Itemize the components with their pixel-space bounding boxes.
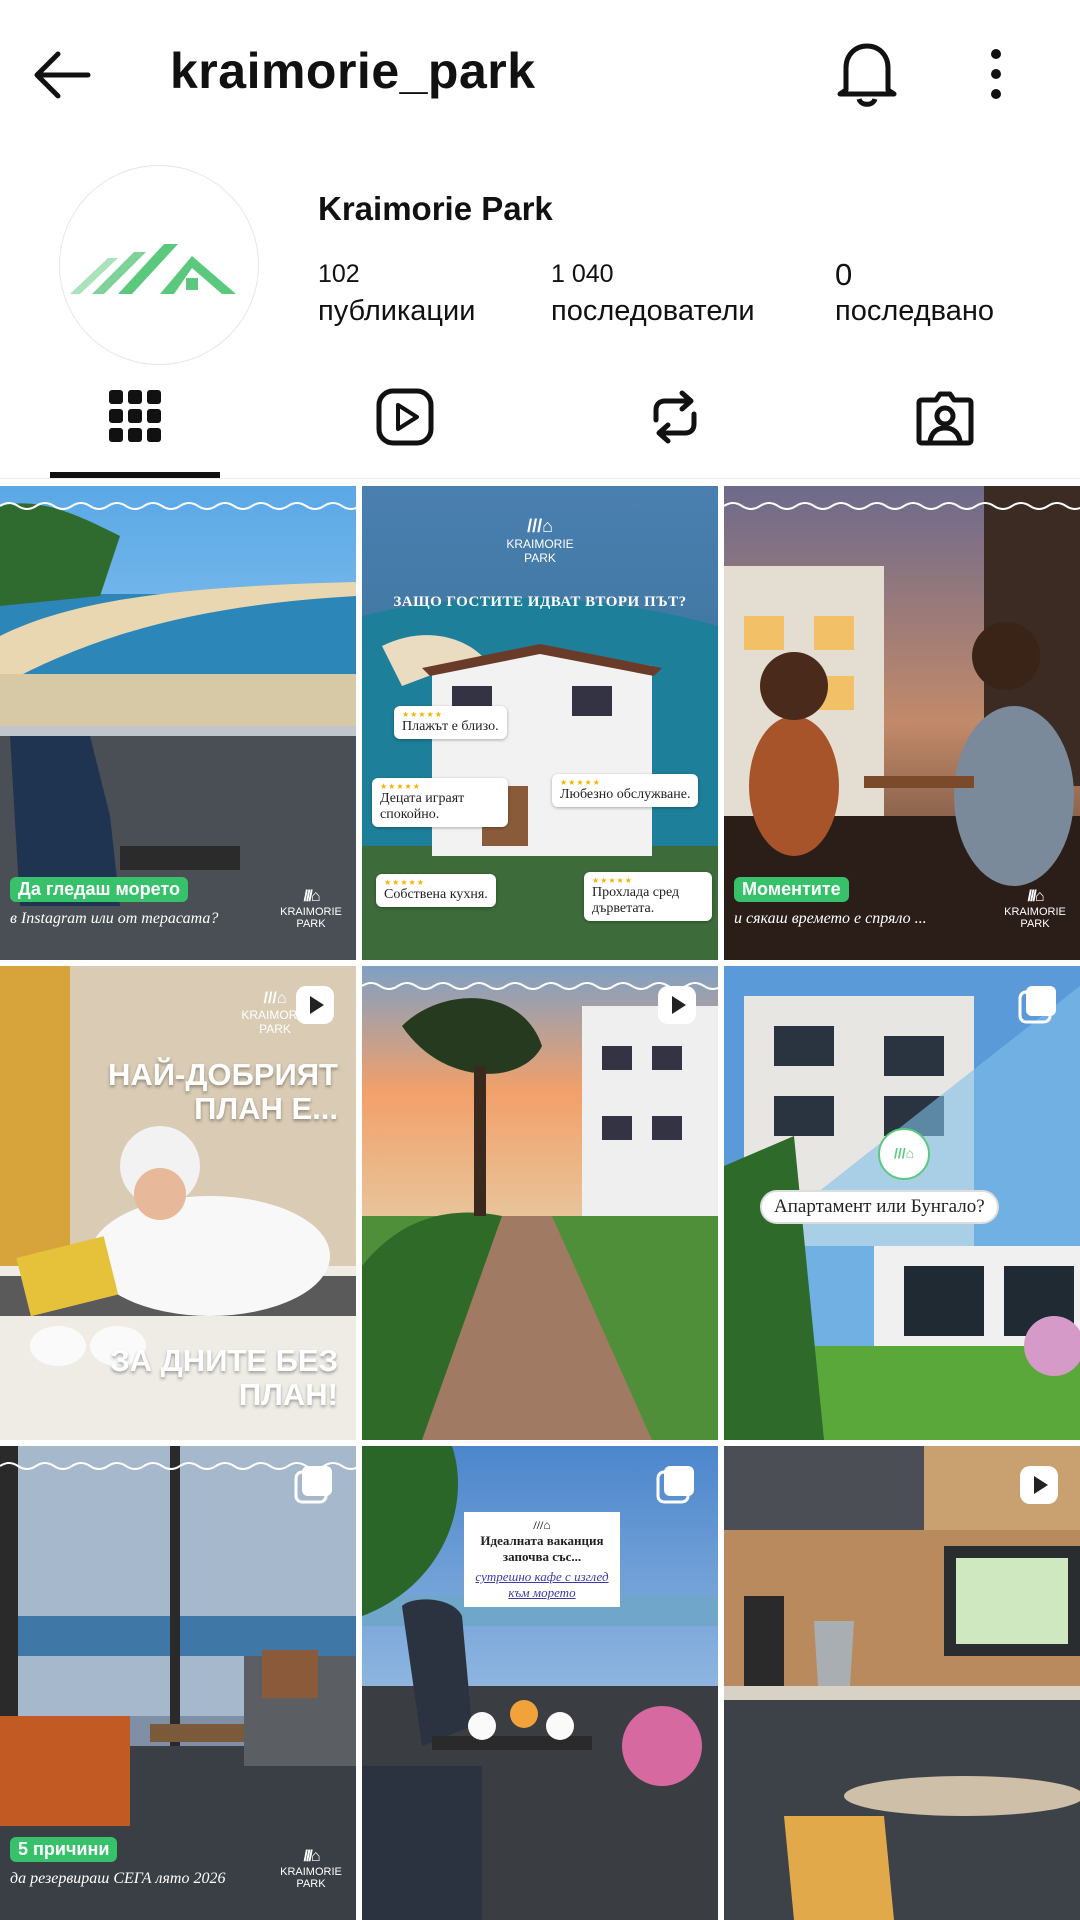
post-tile-5[interactable] — [362, 966, 718, 1440]
post-text-card: ///⌂ Идеалната ваканция започва със... с… — [464, 1512, 620, 1607]
brand-mark-icon: ///⌂ — [303, 888, 321, 905]
post-caption-badge: 5 причини — [10, 1837, 118, 1862]
post-title-bottom: ЗА ДНИТЕ БЕЗ ПЛАН! — [110, 1343, 338, 1412]
post-caption-badge: Моментите — [734, 877, 849, 902]
reel-icon — [1020, 1466, 1058, 1504]
stars-icon: ★★★★★ — [560, 778, 601, 787]
post-tile-2[interactable]: ///⌂ KRAIMORIE PARK ЗАЩО ГОСТИТЕ ИДВАТ ВТ… — [362, 486, 718, 960]
post-tile-1[interactable]: Да гледаш морето в Instagram или от тера… — [0, 486, 356, 960]
reel-icon — [658, 986, 696, 1024]
followers-count-value: 1 040 — [551, 260, 614, 288]
profile-tabs — [0, 368, 1080, 480]
post-tile-9[interactable] — [724, 1446, 1080, 1920]
wave-divider — [0, 502, 356, 510]
post-caption-line: и сякаш времето е спряло ... — [734, 910, 927, 927]
post-caption-badge: Да гледаш морето — [10, 877, 188, 902]
brand-mark-icon: ///⌂ — [263, 990, 287, 1007]
review-chip: ★★★★★ Любезно обслужване. — [552, 774, 699, 807]
stars-icon: ★★★★★ — [402, 710, 443, 719]
following-count-label: последвано — [835, 295, 995, 327]
grid-icon — [109, 390, 161, 442]
review-chip: ★★★★★ Прохлада сред дърветата. — [584, 872, 712, 921]
post-title-top: НАЙ-ДОБРИЯТ ПЛАН Е... — [107, 1057, 338, 1126]
tab-tagged[interactable] — [860, 368, 1030, 480]
post-tile-4[interactable]: ///⌂ KRAIMORIE PARK НАЙ-ДОБРИЯТ ПЛАН Е...… — [0, 966, 356, 1440]
brand-mark-icon: ///⌂ — [303, 1848, 321, 1865]
post-headline: ЗАЩО ГОСТИТЕ ИДВАТ ВТОРИ ПЪТ? — [393, 594, 687, 610]
post-caption-line: в Instagram или от терасата? — [10, 910, 219, 927]
reels-play-icon — [376, 388, 434, 446]
post-tile-6[interactable]: ///⌂ Апартамент или Бунгало? — [724, 966, 1080, 1440]
top-bar: kraimorie_park — [0, 0, 1080, 150]
profile-username: kraimorie_park — [170, 43, 536, 99]
brand-watermark: ///⌂ KRAIMORIE PARK — [276, 1848, 346, 1890]
tab-reposts[interactable] — [590, 368, 760, 480]
post-tile-8[interactable]: ///⌂ Идеалната ваканция започва със... с… — [362, 1446, 718, 1920]
tagged-person-icon — [916, 391, 974, 446]
kraimorie-logo-icon — [70, 244, 236, 294]
stars-icon: ★★★★★ — [384, 878, 425, 887]
following-count[interactable]: 0 последвано — [835, 256, 994, 330]
stars-icon: ★★★★★ — [380, 782, 421, 791]
brand-badge-icon: ///⌂ — [878, 1128, 930, 1180]
post-tile-3[interactable]: Моментите и сякаш времето е спряло ... /… — [724, 486, 1080, 960]
more-options-icon[interactable] — [974, 40, 1018, 110]
review-chip: ★★★★★ Собствена кухня. — [376, 874, 496, 907]
brand-watermark: ///⌂ KRAIMORIE PARK — [1000, 888, 1070, 930]
stars-icon: ★★★★★ — [592, 876, 633, 885]
profile-display-name: Kraimorie Park — [318, 190, 553, 227]
tab-reels[interactable] — [320, 368, 490, 480]
post-caption-line: да резервираш СЕГА лято 2026 — [10, 1870, 226, 1887]
posts-count-label: публикации — [318, 295, 476, 327]
back-arrow-icon[interactable] — [28, 40, 98, 110]
profile-avatar[interactable] — [60, 166, 258, 364]
tabs-divider — [0, 478, 1080, 479]
review-chip: ★★★★★ Плажът е близо. — [394, 706, 507, 739]
post-tile-7[interactable]: 5 причини да резервираш СЕГА лято 2026 /… — [0, 1446, 356, 1920]
review-chip: ★★★★★ Децата играят спокойно. — [372, 778, 508, 827]
posts-grid: Да гледаш морето в Instagram или от тера… — [0, 486, 1080, 1920]
carousel-icon — [294, 1466, 332, 1504]
tab-grid[interactable] — [50, 368, 220, 480]
followers-count-label: последователи — [551, 295, 755, 327]
brand-mark-icon: ///⌂ — [527, 516, 553, 536]
post-image-garden-path — [362, 966, 718, 1440]
brand-mark-icon: ///⌂ — [533, 1518, 551, 1532]
carousel-icon — [1018, 986, 1056, 1024]
following-count-value: 0 — [835, 257, 853, 292]
notification-bell-icon[interactable] — [832, 36, 902, 110]
brand-logo: ///⌂ KRAIMORIE PARK — [490, 516, 590, 565]
brand-mark-icon: ///⌂ — [1027, 888, 1045, 905]
followers-count[interactable]: 1 040 последователи — [551, 256, 755, 330]
brand-watermark: ///⌂ KRAIMORIE PARK — [276, 888, 346, 930]
carousel-icon — [656, 1466, 694, 1504]
posts-count-value: 102 — [318, 260, 360, 288]
wave-divider — [724, 502, 1080, 510]
brand-logo: ///⌂ KRAIMORIE PARK — [230, 990, 320, 1036]
post-question-pill: Апартамент или Бунгало? — [760, 1190, 999, 1224]
posts-count[interactable]: 102 публикации — [318, 256, 475, 330]
repost-icon — [653, 390, 697, 444]
post-image-kitchen — [724, 1446, 1080, 1920]
